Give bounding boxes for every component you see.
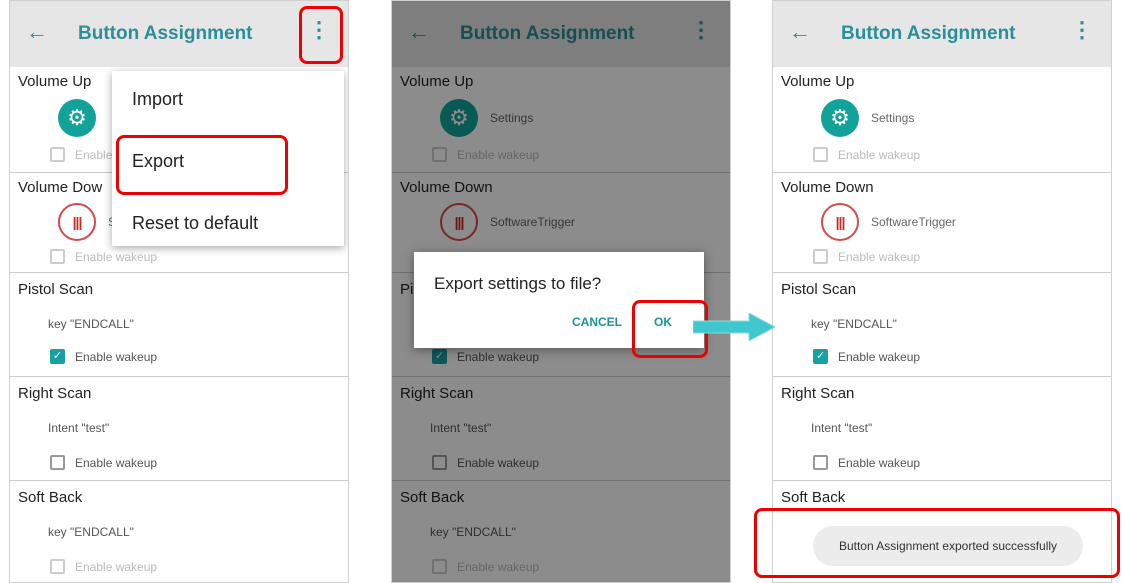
section-right-scan: Right Scan Intent "test" Enable wakeup — [773, 377, 1111, 481]
toolbar: ← Button Assignment ⋮ — [10, 1, 348, 67]
section-title: Soft Back — [781, 489, 846, 506]
menu-item-import[interactable]: Import — [132, 89, 183, 110]
checkbox-icon[interactable] — [50, 559, 65, 574]
enable-wakeup-checkbox[interactable]: Enable wakeup — [50, 455, 157, 470]
barcode-icon: ||| — [821, 203, 859, 241]
enable-wakeup-checkbox[interactable]: Enable wakeup — [50, 249, 157, 264]
section-title: Volume Up — [781, 73, 855, 90]
wake-label: Enable wakeup — [838, 147, 921, 162]
page-title: Button Assignment — [841, 23, 1016, 44]
app-assignment[interactable]: ⚙ Settings — [821, 99, 914, 137]
checkbox-icon[interactable] — [813, 249, 828, 264]
wake-label: Enable — [75, 147, 113, 162]
section-title: Pistol Scan — [18, 281, 94, 298]
checkbox-icon[interactable] — [813, 147, 828, 162]
section-pistol-scan: Pistol Scan key "ENDCALL" ✓ Enable wakeu… — [10, 273, 348, 377]
app-label: Settings — [871, 111, 915, 125]
phone-screen-dialog: ← Button Assignment ⋮ Volume Up ⚙ Settin… — [391, 0, 731, 583]
enable-wakeup-checkbox[interactable]: Enable wakeup — [50, 559, 157, 574]
section-title: Volume Up — [18, 73, 92, 90]
section-title: Volume Dow — [18, 179, 103, 196]
barcode-icon: ||| — [58, 203, 96, 241]
section-title: Right Scan — [18, 385, 92, 402]
gear-icon: ⚙ — [821, 99, 859, 137]
highlight-export-item — [116, 135, 288, 195]
toolbar: ← Button Assignment ⋮ — [773, 1, 1111, 67]
app-assignment[interactable]: ⚙ — [58, 99, 96, 137]
wake-label: Enable wakeup — [838, 455, 921, 470]
checkbox-icon[interactable] — [813, 455, 828, 470]
key-value: key "ENDCALL" — [811, 317, 897, 331]
wake-label: Enable wakeup — [75, 249, 158, 264]
enable-wakeup-checkbox[interactable]: Enable — [50, 147, 112, 162]
highlight-more-button — [299, 6, 343, 64]
checkbox-icon[interactable] — [50, 455, 65, 470]
wake-label: Enable wakeup — [838, 349, 921, 364]
key-value: key "ENDCALL" — [48, 525, 134, 539]
enable-wakeup-checkbox[interactable]: Enable wakeup — [813, 455, 920, 470]
more-options-icon[interactable]: ⋮ — [1071, 19, 1093, 41]
gear-icon: ⚙ — [58, 99, 96, 137]
app-assignment[interactable]: ||| SoftwareTrigger — [821, 203, 956, 241]
menu-item-reset[interactable]: Reset to default — [132, 213, 258, 234]
dialog-message: Export settings to file? — [434, 274, 602, 293]
phone-screen-toast: ← Button Assignment ⋮ Volume Up ⚙ Settin… — [772, 0, 1112, 583]
enable-wakeup-checkbox[interactable]: Enable wakeup — [813, 249, 920, 264]
section-pistol-scan: Pistol Scan key "ENDCALL" ✓ Enable wakeu… — [773, 273, 1111, 377]
wake-label: Enable wakeup — [75, 455, 158, 470]
back-arrow-icon[interactable]: ← — [789, 21, 811, 43]
checkbox-checked-icon[interactable]: ✓ — [50, 349, 65, 364]
section-right-scan: Right Scan Intent "test" Enable wakeup — [10, 377, 348, 481]
back-arrow-icon[interactable]: ← — [26, 21, 48, 43]
right-arrow-icon — [693, 313, 775, 341]
wake-label: Enable wakeup — [75, 559, 158, 574]
section-volume-down: Volume Down ||| SoftwareTrigger Enable w… — [773, 173, 1111, 273]
wake-label: Enable wakeup — [838, 249, 921, 264]
section-title: Pistol Scan — [781, 281, 857, 298]
section-title: Volume Down — [781, 179, 874, 196]
key-value: Intent "test" — [48, 421, 110, 435]
section-title: Right Scan — [781, 385, 855, 402]
checkbox-icon[interactable] — [50, 249, 65, 264]
wake-label: Enable wakeup — [75, 349, 158, 364]
highlight-toast — [754, 508, 1120, 578]
key-value: key "ENDCALL" — [48, 317, 134, 331]
section-soft-back: Soft Back key "ENDCALL" Enable wakeup — [10, 481, 348, 582]
key-value: Intent "test" — [811, 421, 873, 435]
cancel-button[interactable]: CANCEL — [572, 315, 622, 329]
section-title: Soft Back — [18, 489, 83, 506]
checkbox-icon[interactable] — [50, 147, 65, 162]
page-title: Button Assignment — [78, 23, 253, 44]
checkbox-checked-icon[interactable]: ✓ — [813, 349, 828, 364]
app-label: SoftwareTrigger — [871, 215, 956, 229]
phone-screen-menu: ← Button Assignment ⋮ Volume Up ⚙ Enable… — [9, 0, 349, 583]
enable-wakeup-checkbox[interactable]: Enable wakeup — [813, 147, 920, 162]
section-volume-up: Volume Up ⚙ Settings Enable wakeup — [773, 67, 1111, 173]
enable-wakeup-checkbox[interactable]: ✓ Enable wakeup — [50, 349, 157, 364]
enable-wakeup-checkbox[interactable]: ✓ Enable wakeup — [813, 349, 920, 364]
